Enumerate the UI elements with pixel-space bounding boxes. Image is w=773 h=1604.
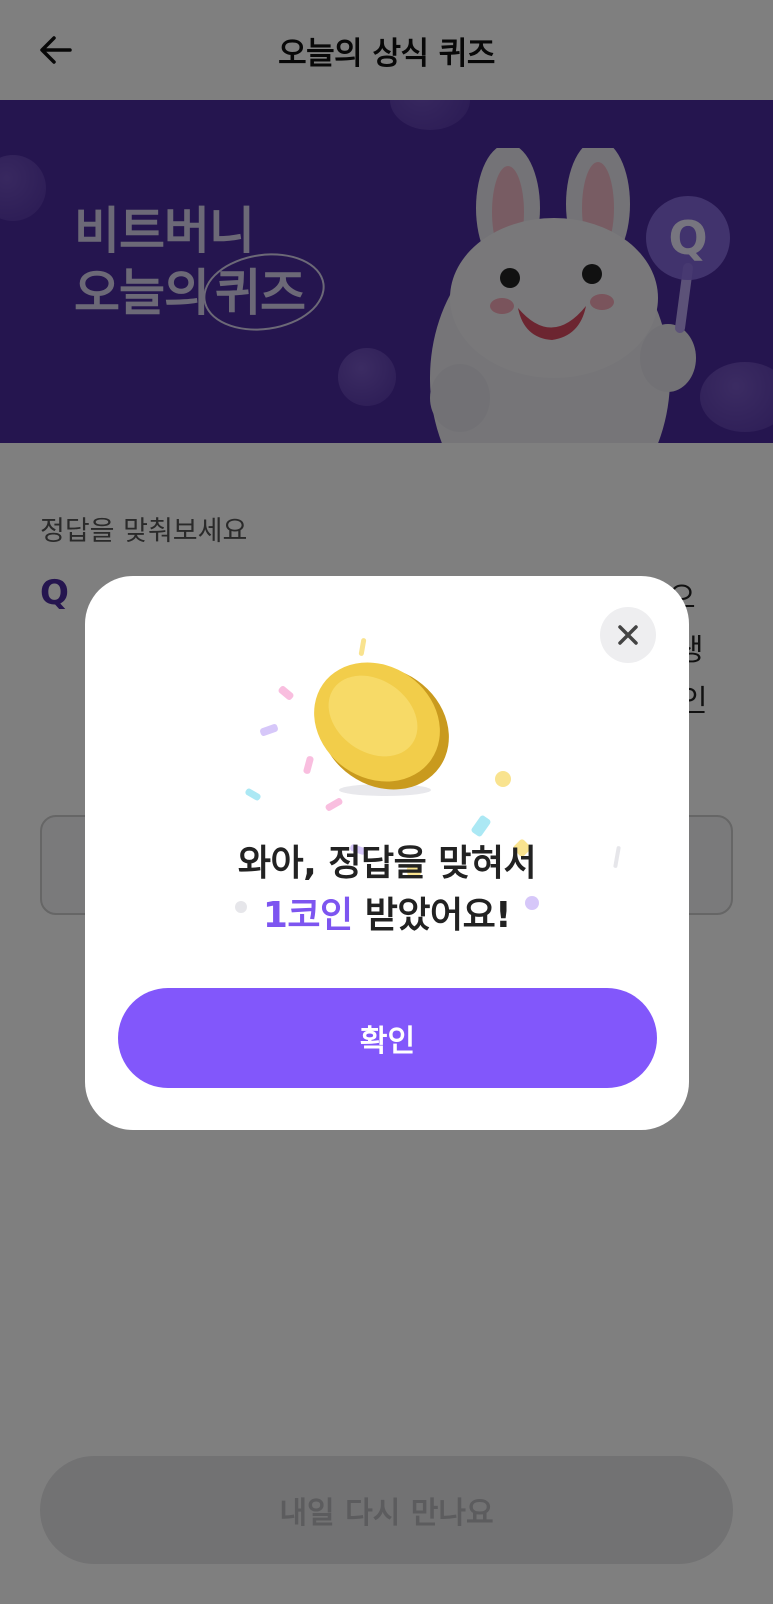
- reward-message-line1: 와아, 정답을 맞혀서: [237, 843, 537, 884]
- reward-message: 와아, 정답을 맞혀서 1코인 받았어요!: [85, 838, 689, 942]
- confetti: [495, 771, 511, 787]
- confetti: [324, 796, 344, 813]
- confetti: [244, 787, 262, 802]
- confetti: [259, 723, 279, 737]
- gold-coin-icon: [314, 662, 449, 796]
- reward-amount: 1코인: [262, 895, 353, 936]
- reward-message-suffix: 받았어요!: [352, 895, 512, 936]
- confetti: [277, 684, 295, 702]
- reward-modal: 와아, 정답을 맞혀서 1코인 받았어요! 확인: [85, 576, 689, 1130]
- reward-message-line2: 1코인 받았어요!: [85, 890, 689, 942]
- confetti: [470, 814, 492, 838]
- confetti: [358, 637, 367, 657]
- confirm-button[interactable]: 확인: [118, 988, 657, 1088]
